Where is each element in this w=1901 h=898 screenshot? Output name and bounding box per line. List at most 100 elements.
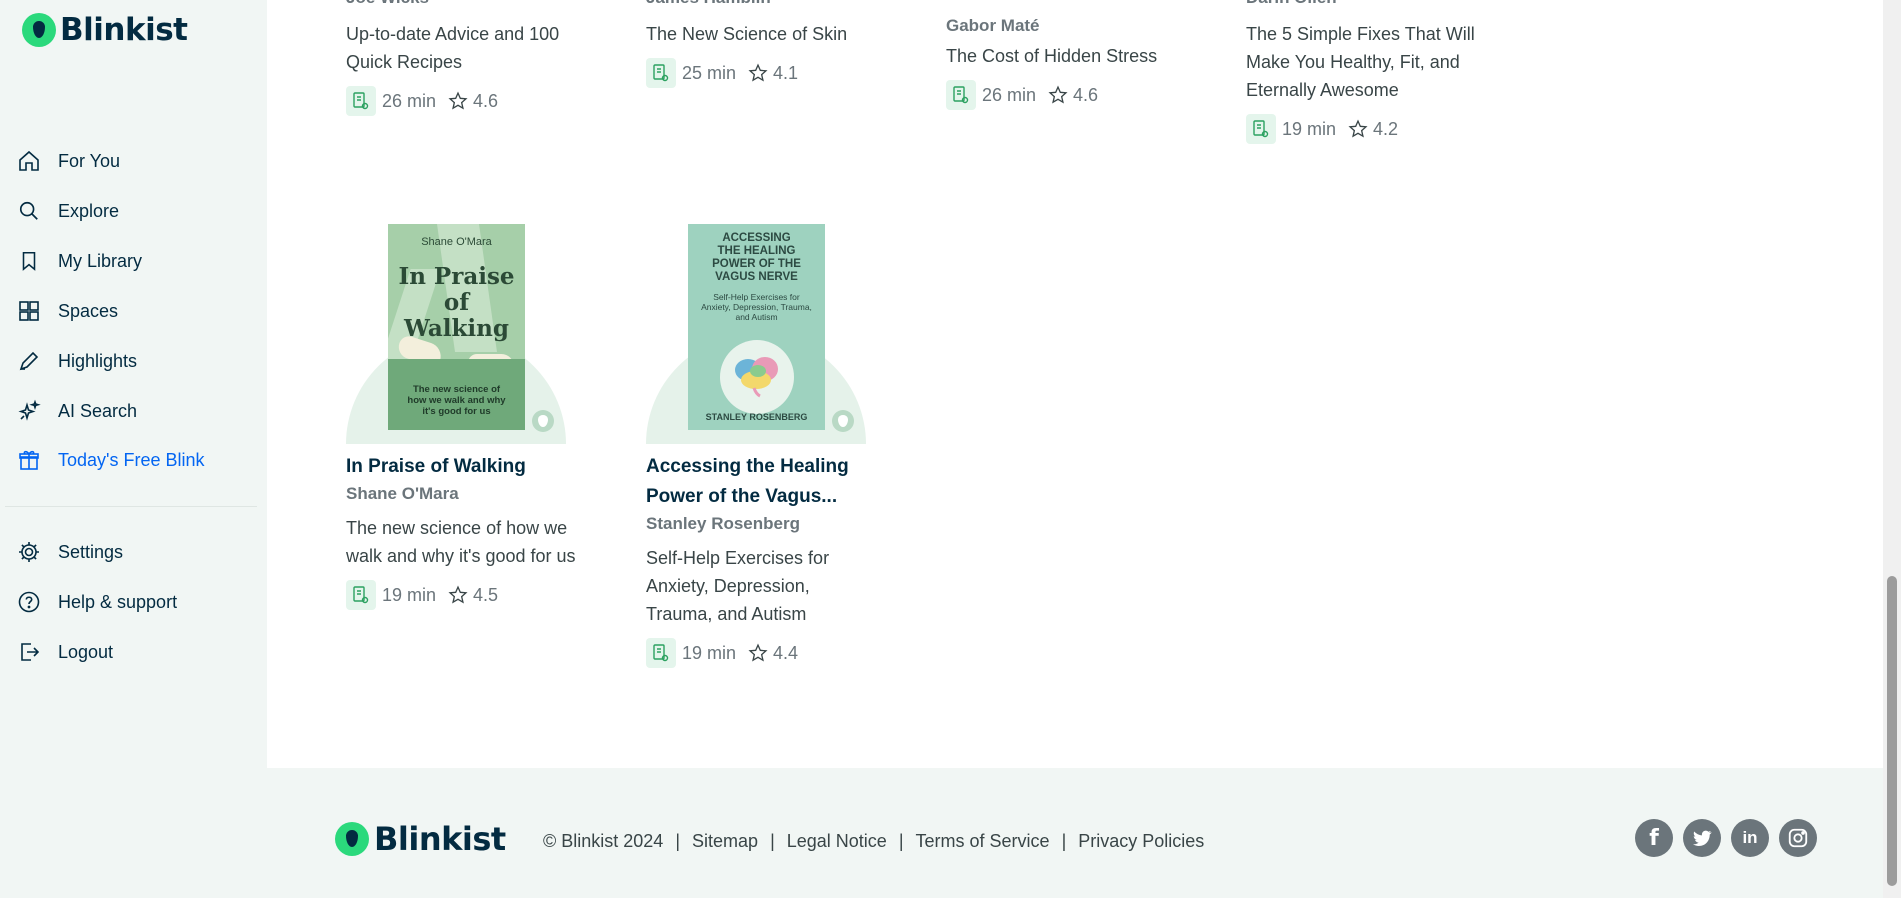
footer-separator: | — [675, 831, 681, 851]
book-duration: 26 min — [382, 90, 437, 111]
home-icon — [16, 148, 42, 174]
top-book-4-author-clip: Darin Olien — [1246, 0, 1476, 20]
book-rating: 4.4 — [773, 642, 799, 663]
cover-title-line: THE HEALING — [717, 245, 796, 257]
book-meta: 19 min 4.2 — [1246, 114, 1476, 144]
book-subtitle: The new science of how we walk and why i… — [346, 518, 576, 566]
book-subtitle: Up-to-date Advice and 100 Quick Recipes — [346, 24, 560, 72]
sidebar: Blinkist For You Explore My Library Spac… — [0, 0, 267, 898]
book-cover-in-praise-of-walking[interactable]: Shane O'Mara In Praise of Walking The ne… — [346, 224, 566, 444]
nav-spaces[interactable]: Spaces — [16, 291, 256, 331]
twitter-icon[interactable] — [1683, 819, 1721, 857]
audio-book-icon — [346, 580, 376, 610]
logo-text: Blinkist — [60, 12, 188, 48]
book-rating: 4.5 — [473, 584, 499, 605]
pen-icon — [16, 348, 42, 374]
book-meta: 26 min 4.6 — [346, 86, 576, 116]
book-duration: 25 min — [682, 62, 737, 83]
star-icon — [1348, 119, 1368, 139]
footer-separator: | — [898, 831, 904, 851]
book-duration: 19 min — [1282, 118, 1337, 139]
star-icon — [748, 643, 768, 663]
book-subtitle: The Cost of Hidden Stress — [946, 46, 1158, 66]
copyright-text: © Blinkist 2024 — [543, 831, 664, 851]
nav-for-you[interactable]: For You — [16, 141, 256, 181]
nav-label: Highlights — [58, 350, 138, 371]
nav-label: Settings — [58, 541, 124, 562]
search-icon — [16, 198, 42, 224]
cover-title-line: POWER OF THE — [712, 258, 801, 270]
cover-tagline: The new science of how we walk and why i… — [388, 384, 525, 417]
star-icon — [748, 63, 768, 83]
book-meta: 25 min 4.1 — [646, 58, 876, 88]
sitemap-link[interactable]: Sitemap — [692, 831, 758, 852]
top-book-2[interactable]: The New Science of Skin 25 min 4.1 — [646, 20, 876, 88]
book-cover-vagus-nerve[interactable]: ACCESSING THE HEALING POWER OF THE VAGUS… — [646, 224, 866, 444]
audio-book-icon — [646, 638, 676, 668]
nav-label: Explore — [58, 200, 120, 221]
top-book-3[interactable]: Gabor Maté The Cost of Hidden Stress 26 … — [946, 16, 1176, 110]
book-rating: 4.2 — [1373, 118, 1399, 139]
cover-tagline-line: The new science of — [412, 384, 501, 395]
book-meta: 19 min 4.4 — [646, 638, 876, 668]
nav-explore[interactable]: Explore — [16, 191, 256, 231]
book-author: Stanley Rosenberg — [646, 514, 800, 533]
book-author: James Hamblin — [646, 0, 771, 8]
star-icon — [1048, 85, 1068, 105]
help-icon — [16, 589, 42, 615]
scrollbar-thumb[interactable] — [1887, 576, 1897, 886]
top-book-1[interactable]: Up-to-date Advice and 100 Quick Recipes … — [346, 20, 576, 116]
book-subtitle: The New Science of Skin — [646, 24, 848, 44]
book-author: Darin Olien — [1246, 0, 1337, 8]
cover-title-line: In Praise — [398, 263, 515, 290]
book-vagus-nerve[interactable]: Accessing the Healing Power of the Vagus… — [646, 452, 876, 668]
cover-author: Shane O'Mara — [421, 236, 492, 248]
cover-subtitle-line: Self-Help Exercises for — [713, 292, 800, 302]
book-title[interactable]: Accessing the Healing Power of the Vagus… — [646, 452, 876, 512]
gift-icon — [16, 447, 42, 473]
nav-todays-free-blink[interactable]: Today's Free Blink — [16, 440, 256, 480]
cover-subtitle: Self-Help Exercises for Anxiety, Depress… — [688, 292, 825, 322]
linkedin-icon[interactable]: in — [1731, 819, 1769, 857]
brain-icon — [732, 352, 782, 403]
sparkle-icon — [16, 398, 42, 424]
nav-highlights[interactable]: Highlights — [16, 341, 256, 381]
book-duration: 19 min — [682, 642, 737, 663]
nav-label: My Library — [58, 250, 143, 271]
nav-settings[interactable]: Settings — [16, 532, 256, 572]
privacy-policies-link[interactable]: Privacy Policies — [1078, 831, 1204, 852]
legal-notice-link[interactable]: Legal Notice — [787, 831, 887, 852]
facebook-icon[interactable]: f — [1635, 819, 1673, 857]
book-rating: 4.6 — [1073, 84, 1099, 105]
book-author: Shane O'Mara — [346, 484, 459, 503]
star-icon — [448, 91, 468, 111]
nav-my-library[interactable]: My Library — [16, 241, 256, 281]
top-book-1-author-clip: Joe Wicks — [346, 0, 576, 20]
book-rating: 4.6 — [473, 90, 499, 111]
top-book-4[interactable]: The 5 Simple Fixes That Will Make You He… — [1246, 20, 1476, 144]
blinkist-badge-icon — [532, 410, 554, 432]
grid-icon — [16, 298, 42, 324]
cover-title-line: ACCESSING — [722, 232, 791, 244]
book-in-praise-of-walking[interactable]: In Praise of Walking Shane O'Mara The ne… — [346, 452, 576, 610]
blinkist-badge-icon — [832, 410, 854, 432]
footer-logo[interactable]: Blinkist — [335, 820, 506, 858]
nav-divider — [5, 506, 257, 507]
gear-icon — [16, 539, 42, 565]
page-scrollbar[interactable] — [1883, 0, 1901, 898]
nav-ai-search[interactable]: AI Search — [16, 391, 256, 431]
book-meta: 19 min 4.5 — [346, 580, 576, 610]
instagram-icon[interactable] — [1779, 819, 1817, 857]
terms-of-service-link[interactable]: Terms of Service — [916, 831, 1050, 852]
blinkist-logo-icon — [22, 13, 56, 47]
audio-book-icon — [646, 58, 676, 88]
nav-help-support[interactable]: Help & support — [16, 582, 256, 622]
blinkist-logo[interactable]: Blinkist — [22, 12, 188, 48]
nav-logout[interactable]: Logout — [16, 632, 256, 672]
footer-links: © Blinkist 2024 | Sitemap | Legal Notice… — [543, 831, 1204, 852]
cover-image: ACCESSING THE HEALING POWER OF THE VAGUS… — [688, 224, 825, 430]
book-title[interactable]: In Praise of Walking — [346, 452, 576, 482]
cover-title: In Praise of Walking — [388, 264, 525, 342]
audio-book-icon — [946, 80, 976, 110]
star-icon — [448, 585, 468, 605]
